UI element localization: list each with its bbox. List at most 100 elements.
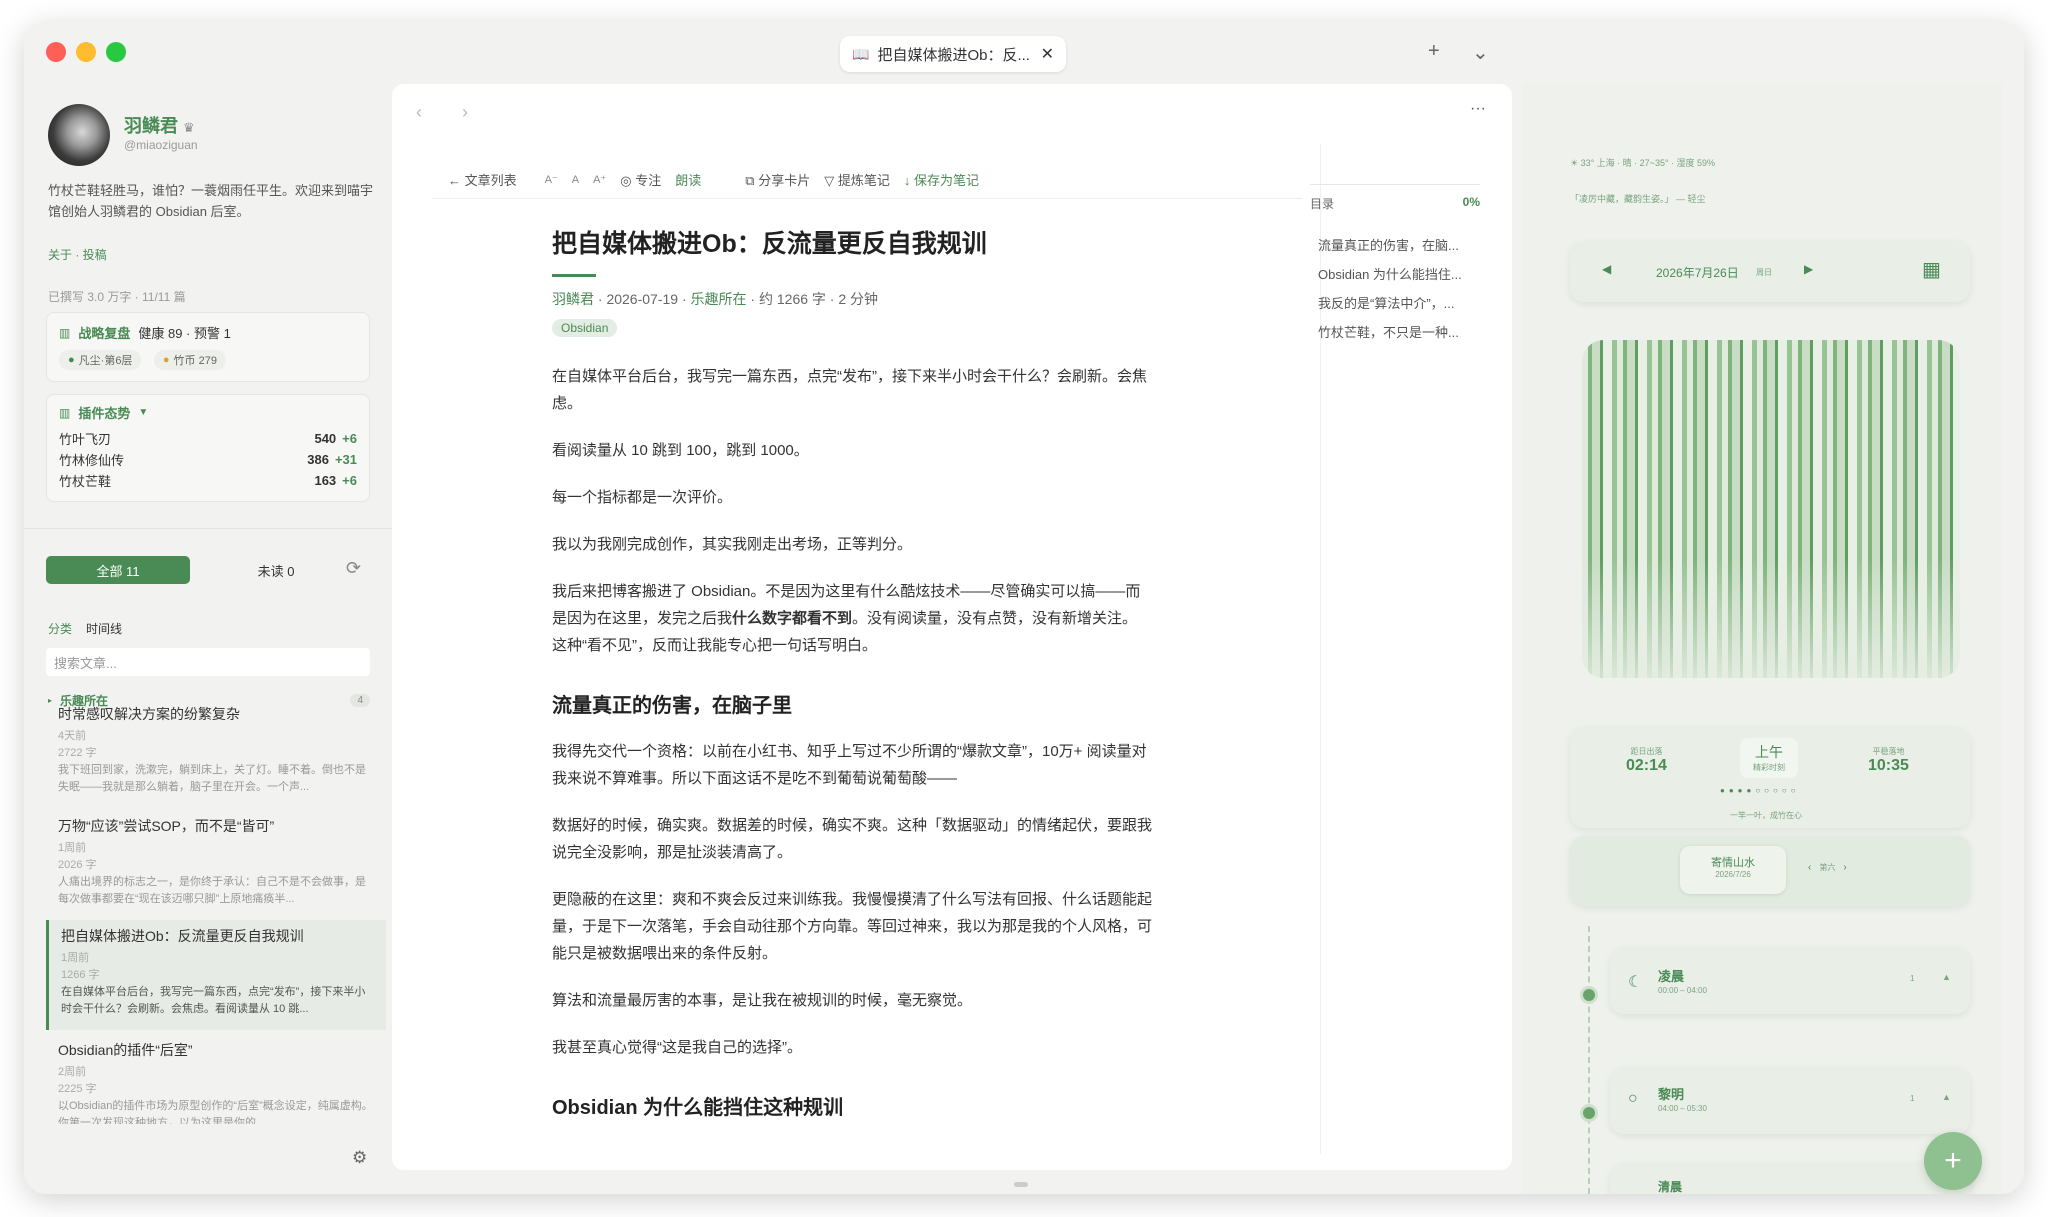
font-larger-button[interactable]: A⁺ [593, 173, 606, 186]
plugin-title: 插件态势 [78, 406, 131, 421]
slot-card[interactable]: ○ 黎明 04:00 – 05:30 1 ▲ [1610, 1068, 1970, 1134]
more-icon[interactable]: ··· [1470, 100, 1486, 118]
close-window-button[interactable] [46, 42, 66, 62]
moon-icon: ☾ [1628, 974, 1643, 991]
toc-label: 目录 [1310, 197, 1335, 211]
new-tab-button[interactable]: + [1428, 40, 1440, 63]
post-meta: 羽鳞君 · 2026-07-19 · 乐趣所在 · 约 1266 字 · 2 分… [552, 291, 879, 307]
left-label: 距日出落 [1630, 747, 1663, 756]
toc-item[interactable]: Obsidian 为什么能挡住... [1310, 259, 1480, 288]
paragraph: 在自媒体平台后台，我写完一篇东西，点完“发布”，接下来半小时会干什么？会刷新。会… [552, 368, 1147, 412]
paragraph: 算法和流量最厉害的本事，是让我在被规训的时候，毫无察觉。 [552, 992, 973, 1009]
toc-item[interactable]: 我反的是“算法中介”，... [1310, 288, 1480, 317]
slot-card[interactable]: ☾ 凌晨 00:00 – 04:00 1 ▲ [1610, 948, 1970, 1014]
list-item[interactable]: Obsidian的插件“后室” 2周前 2225 字 以Obsidian的插件市… [46, 1034, 386, 1124]
slot-count: 1 [1910, 974, 1915, 983]
period-label: 上午 [1755, 744, 1783, 760]
toc-progress: 0% [1462, 195, 1480, 209]
font-normal-button[interactable]: A [572, 174, 579, 186]
save-note-button[interactable]: ↓ 保存为笔记 [904, 170, 979, 189]
slot-name: 凌晨 [1658, 969, 1685, 984]
slot-name: 黎明 [1658, 1087, 1685, 1102]
font-smaller-button[interactable]: A⁻ [545, 173, 558, 186]
timeline-line [1588, 926, 1590, 1194]
gear-icon[interactable]: ⚙ [352, 1148, 367, 1168]
calendar-icon[interactable]: ▦ [1922, 257, 1941, 282]
divider [24, 528, 392, 529]
sidebar: 羽鳞君 ♛ @miaoziguan 竹杖芒鞋轻胜马，谁怕？一蓑烟雨任平生。欢迎来… [24, 82, 392, 1194]
author-link[interactable]: 羽鳞君 [552, 291, 594, 307]
badge-icon: ♛ [183, 120, 195, 135]
list-item-selected[interactable]: 把自媒体搬进Ob：反流量更反自我规训 1周前 1266 字 在自媒体平台后台，我… [46, 920, 386, 1030]
tab-category[interactable]: 分类 [48, 620, 72, 637]
resize-handle[interactable] [1014, 1182, 1028, 1187]
slot-time: 04:00 – 05:30 [1658, 1104, 1707, 1113]
zoom-window-button[interactable] [106, 42, 126, 62]
article-toolbar: ← 文章列表 A⁻ A A⁺ ◎ 专注 朗读 ⧉ 分享卡片 ▽ 提炼笔记 ↓ 保… [448, 170, 979, 189]
left-time: 02:14 [1626, 757, 1667, 774]
title-underline [552, 274, 596, 277]
book-icon: 📖 [852, 45, 870, 62]
scene-card-strip: 寄情山水 2026/7/26 ‹ 第六 › [1570, 836, 1970, 906]
chart-icon: ▥ [59, 405, 71, 420]
active-tab[interactable]: 📖 把自媒体搬进Ob：反... ✕ [840, 36, 1066, 72]
toc-item[interactable]: 竹杖芒鞋，不只是一种... [1310, 317, 1480, 346]
filter-unread-button[interactable]: 未读 0 [204, 556, 348, 584]
profile-name: 羽鳞君 ♛ [124, 116, 195, 136]
level-pill: ● 凡尘·第6层 [59, 350, 142, 370]
chevron-up-icon[interactable]: ▲ [1942, 972, 1951, 982]
date-nav: ◀ 2026年7月26日 周日 ▶ ▦ [1570, 242, 1970, 302]
minimize-window-button[interactable] [76, 42, 96, 62]
tab-list-button[interactable]: ⌄ [1472, 40, 1489, 65]
chevron-down-icon[interactable]: ▼ [138, 407, 148, 418]
slot-count: 1 [1910, 1094, 1915, 1103]
plugin-row: 竹杖芒鞋 163 +6 [59, 473, 357, 489]
back-arrow-icon[interactable]: ‹ [416, 102, 422, 123]
profile-handle: @miaoziguan [124, 138, 198, 152]
search-input[interactable]: 搜索文章... [46, 648, 370, 676]
add-fab-button[interactable]: + [1924, 1132, 1982, 1190]
focus-button[interactable]: ◎ 专注 [620, 170, 661, 189]
tag-badge[interactable]: Obsidian [552, 319, 618, 337]
page-dots[interactable]: ●●●●○○○○○ [1720, 786, 1800, 795]
quote-line: 「凌厉中藏，藏韵生姿。」 — 轻尘 [1570, 194, 1706, 204]
profile-links[interactable]: 关于 · 投稿 [48, 246, 107, 263]
read-aloud-button[interactable]: 朗读 [675, 170, 701, 189]
filter-all-button[interactable]: 全部 11 [46, 556, 190, 584]
article-content: 把自媒体搬进Ob：反流量更反自我规训 羽鳞君 · 2026-07-19 · 乐趣… [552, 224, 1152, 1140]
share-card-button[interactable]: ⧉ 分享卡片 [745, 170, 810, 189]
avatar[interactable] [48, 104, 110, 166]
slot-card[interactable]: 清晨 [1610, 1164, 1970, 1194]
paragraph: 更隐蔽的在这里：爽和不爽会反过来训练我。我慢慢摸清了什么写法有回报、什么话题能起… [552, 891, 1153, 962]
toc-item[interactable]: 流量真正的伤害，在脑... [1310, 230, 1480, 259]
divider [432, 198, 1302, 199]
prev-day-icon[interactable]: ◀ [1602, 262, 1611, 276]
forward-arrow-icon[interactable]: › [462, 102, 468, 123]
paragraph: 我甚至真心觉得“这是我自己的选择”。 [552, 1039, 802, 1056]
circle-icon: ○ [1628, 1090, 1638, 1107]
refine-note-button[interactable]: ▽ 提炼笔记 [824, 170, 890, 189]
category-link[interactable]: 乐趣所在 [691, 291, 747, 307]
plugin-card[interactable]: ▥ 插件态势 ▼ 竹叶飞刃 540 +6 竹林修仙传 386 +31 竹杖芒鞋 163 +6 [46, 394, 370, 502]
paragraph: 我得先交代一个资格：以前在小红书、知乎上写过不少所谓的“爆款文章”，10万+ 阅… [552, 743, 1147, 787]
strategy-title: 战略复盘 [78, 326, 131, 341]
strategy-card[interactable]: ▥ 战略复盘 健康 89 · 预警 1 ● 凡尘·第6层 ● 竹币 279 [46, 312, 370, 382]
list-item[interactable]: 时常感叹解决方案的纷繁复杂 4天前 2722 字 我下班回到家，洗漱完，躺到床上… [46, 698, 386, 802]
tab-timeline[interactable]: 时间线 [86, 620, 122, 637]
paragraph: 数据好的时候，确实爽。数据差的时候，确实不爽。这种「数据驱动」的情绪起伏，要跟我… [552, 817, 1153, 861]
close-tab-icon[interactable]: ✕ [1041, 44, 1054, 64]
next-day-icon[interactable]: ▶ [1804, 262, 1813, 276]
next-icon[interactable]: › [1843, 862, 1846, 873]
weekday-label: 周日 [1756, 268, 1772, 277]
refresh-icon[interactable]: ⟳ [346, 558, 361, 579]
bottom-quote: 一竿一叶，成竹在心 [1730, 811, 1802, 820]
paragraph: 我后来把博客搬进了 Obsidian。不是因为这里有什么酷炫技术——尽管确实可以… [552, 583, 1141, 654]
right-time: 10:35 [1868, 757, 1909, 774]
chevron-up-icon[interactable]: ▲ [1942, 1092, 1951, 1102]
scene-card[interactable]: 寄情山水 2026/7/26 [1680, 846, 1786, 894]
list-item[interactable]: 万物“应该”尝试SOP，而不是“皆可” 1周前 2026 字 人痛出境界的标志之… [46, 810, 386, 914]
weather-line: ☀ 33° 上海 · 晴 · 27~35° · 湿度 59% [1570, 158, 1716, 168]
back-to-list-button[interactable]: ← 文章列表 [448, 170, 517, 189]
prev-icon[interactable]: ‹ [1808, 862, 1811, 873]
paragraph: 看阅读量从 10 跳到 100，跳到 1000。 [552, 442, 809, 459]
